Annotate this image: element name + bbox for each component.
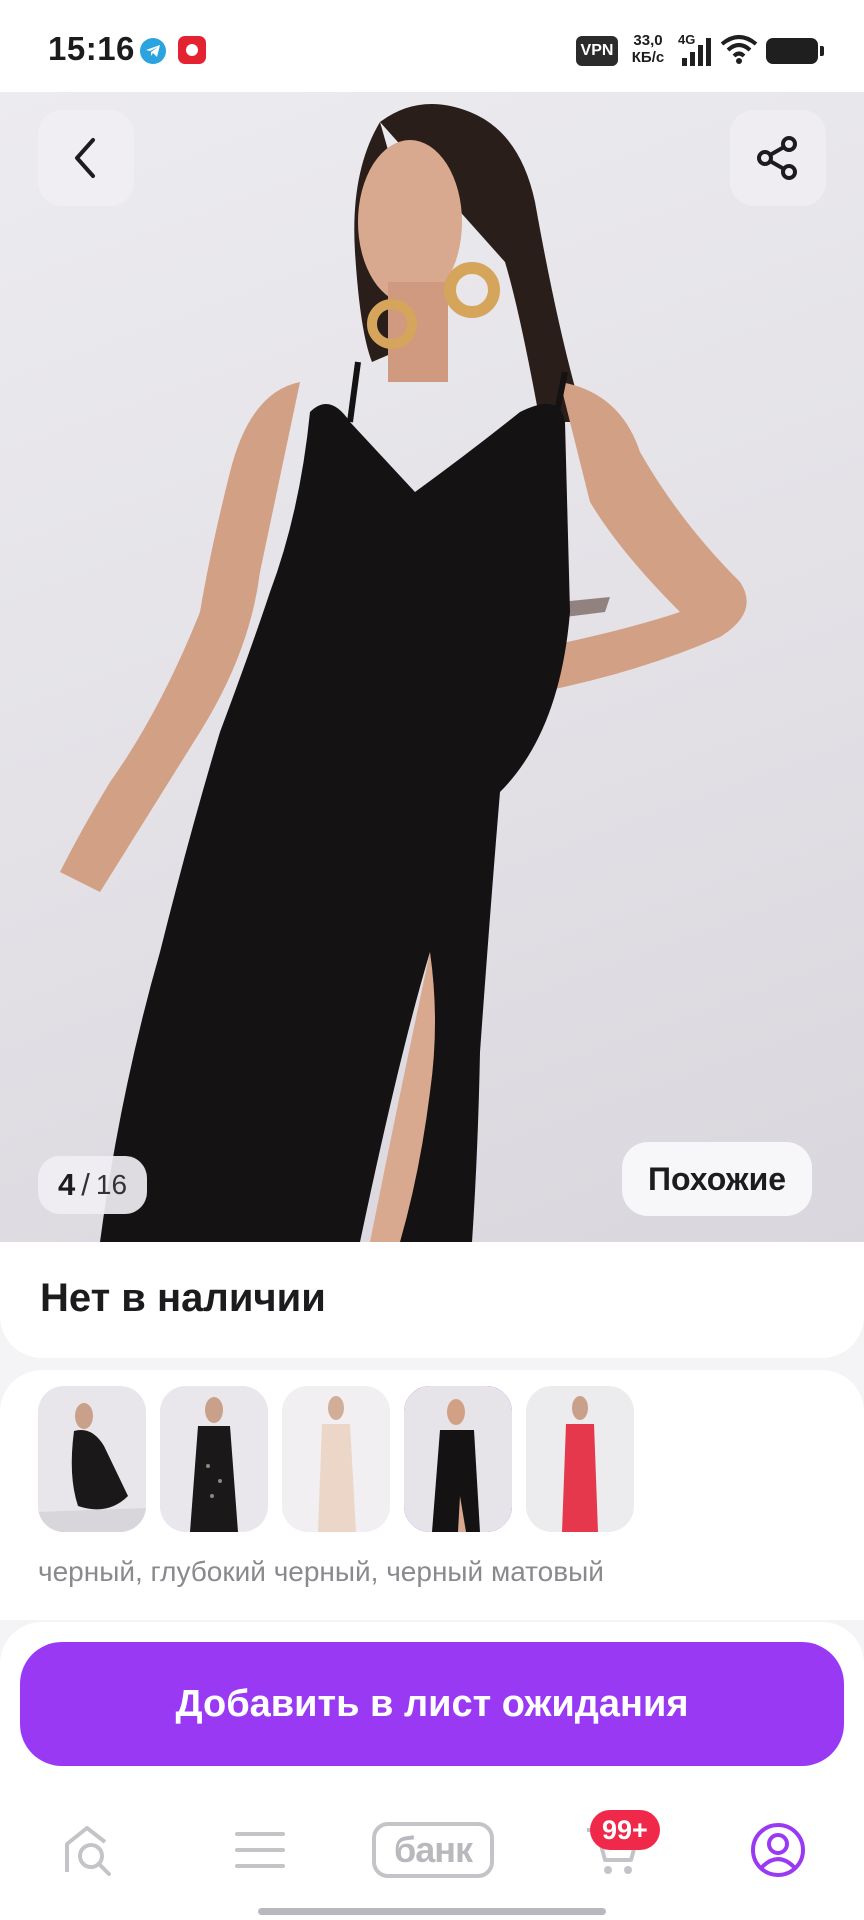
telegram-icon	[140, 38, 166, 64]
image-counter: 4 / 16	[38, 1156, 148, 1214]
product-photo	[60, 104, 747, 1242]
image-counter-total: 16	[95, 1169, 128, 1200]
similar-button[interactable]: Похожие	[622, 1142, 813, 1216]
nav-bank[interactable]: банк	[370, 1818, 496, 1882]
battery-icon	[766, 38, 824, 64]
wifi-icon	[720, 35, 758, 64]
image-counter-separator: /	[81, 1167, 90, 1202]
nav-home[interactable]	[56, 1818, 120, 1882]
network-speed: 33,0 КБ/с	[628, 32, 668, 66]
image-counter-current: 4	[58, 1167, 76, 1202]
bottom-navigation: банк 99+	[0, 1788, 864, 1920]
variant-thumbnail-selected[interactable]	[404, 1386, 512, 1532]
variants-card: черный, глубокий черный, черный матовый	[0, 1370, 864, 1620]
variant-thumbnail[interactable]	[38, 1386, 146, 1532]
variant-thumbnail[interactable]	[526, 1386, 634, 1532]
chevron-left-icon	[75, 138, 95, 178]
status-bar: 15:16 VPN 33,0 КБ/с 4G	[0, 0, 864, 92]
home-search-icon	[65, 1826, 111, 1876]
profile-icon	[751, 1823, 805, 1877]
network-speed-unit: КБ/с	[631, 49, 665, 66]
variant-thumbnail[interactable]	[282, 1386, 390, 1532]
cta-bar: Добавить в лист ожидания	[0, 1622, 864, 1788]
variant-thumbnails	[38, 1386, 634, 1532]
signal-icon: 4G	[678, 32, 714, 68]
nav-profile[interactable]	[746, 1818, 810, 1882]
variant-thumbnail[interactable]	[160, 1386, 268, 1532]
network-speed-value: 33,0	[633, 32, 663, 49]
availability-status: Нет в наличии	[40, 1276, 326, 1320]
share-button[interactable]	[730, 110, 826, 206]
product-image-gallery[interactable]: 4 / 16 Похожие	[0, 92, 864, 1242]
nav-catalog[interactable]	[228, 1818, 292, 1882]
share-icon	[757, 136, 797, 180]
vpn-indicator: VPN	[576, 36, 618, 66]
color-names: черный, глубокий черный, черный матовый	[38, 1556, 604, 1587]
back-button[interactable]	[38, 110, 134, 206]
menu-icon	[235, 1832, 285, 1868]
cart-count-badge: 99+	[590, 1810, 660, 1850]
bank-label: банк	[372, 1822, 494, 1878]
home-indicator	[258, 1908, 606, 1915]
app-notification-icon	[178, 36, 206, 64]
availability-card: Нет в наличии	[0, 1242, 864, 1358]
add-to-waitlist-button[interactable]: Добавить в лист ожидания	[20, 1642, 844, 1766]
status-time: 15:16	[48, 30, 135, 67]
